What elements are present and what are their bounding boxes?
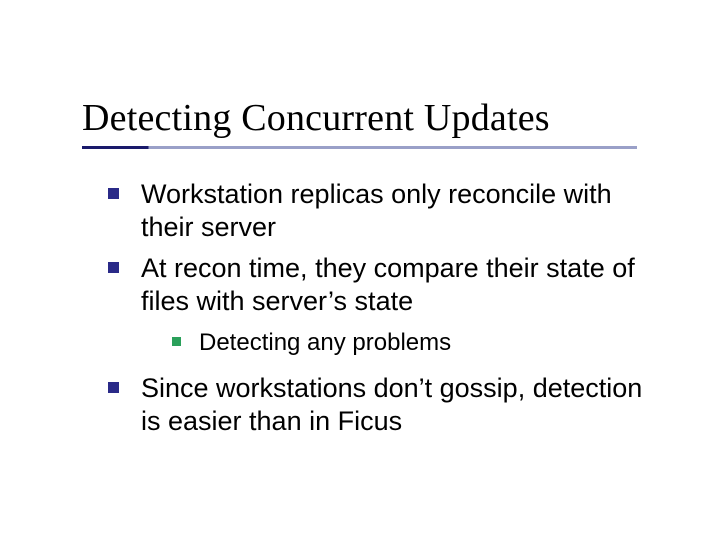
slide: Detecting Concurrent Updates Workstation… xyxy=(0,0,720,540)
square-bullet-icon xyxy=(108,262,119,273)
slide-title: Detecting Concurrent Updates xyxy=(82,96,637,140)
slide-body: Workstation replicas only reconcile with… xyxy=(108,178,658,446)
bullet-item: Workstation replicas only reconcile with… xyxy=(108,178,658,244)
square-bullet-icon xyxy=(172,337,181,346)
title-underline xyxy=(82,146,637,149)
bullet-text: Since workstations don’t gossip, detecti… xyxy=(141,372,658,438)
bullet-item: At recon time, they compare their state … xyxy=(108,252,658,318)
square-bullet-icon xyxy=(108,382,119,393)
bullet-item: Since workstations don’t gossip, detecti… xyxy=(108,372,658,438)
sub-bullet-text: Detecting any problems xyxy=(199,328,451,358)
sub-bullet-item: Detecting any problems xyxy=(172,328,658,358)
bullet-text: At recon time, they compare their state … xyxy=(141,252,658,318)
bullet-text: Workstation replicas only reconcile with… xyxy=(141,178,658,244)
title-block: Detecting Concurrent Updates xyxy=(82,96,637,149)
square-bullet-icon xyxy=(108,188,119,199)
sub-bullet-group: Detecting any problems xyxy=(172,328,658,358)
